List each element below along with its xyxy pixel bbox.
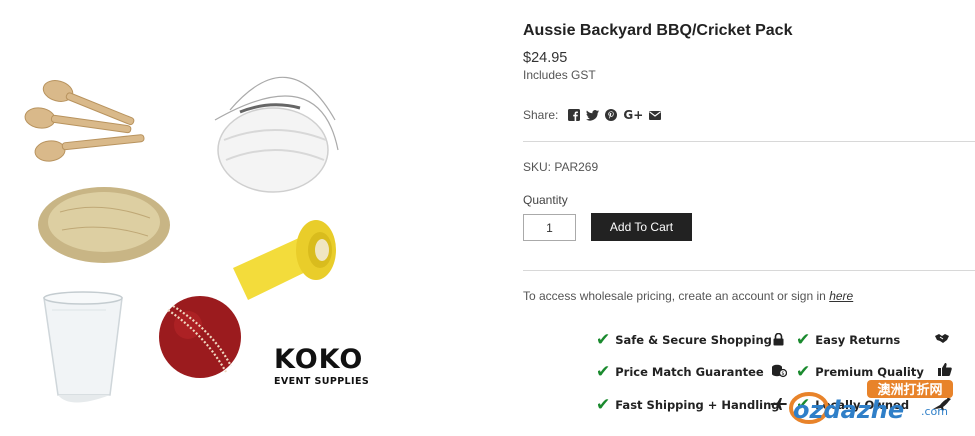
divider [523,270,975,271]
guarantee-label: Premium Quality [815,365,924,379]
guarantee-price-match: ✔ Price Match Guarantee [596,362,764,382]
check-icon: ✔ [596,395,611,415]
guarantee-secure-shopping: ✔ Safe & Secure Shopping [596,330,772,350]
palm-leaf-plate-image [38,187,170,263]
check-icon: ✔ [596,330,611,350]
guarantee-label: Fast Shipping + Handling [615,398,780,412]
guarantee-label: Easy Returns [815,333,901,347]
brand-logo: KOKO EVENT SUPPLIES [274,344,370,388]
twitter-icon[interactable] [586,109,600,121]
watermark-latin: ozdazhe [793,396,904,424]
guarantee-label: Price Match Guarantee [615,365,764,379]
brand-name: KOKO [274,344,364,375]
watermark-logo: 澳洲打折网 ozdazhe .com [785,378,975,436]
product-price: $24.95 [523,50,568,66]
dust-mask-image [214,76,339,193]
email-icon[interactable] [649,110,662,120]
guarantee-easy-returns: ✔ Easy Returns [796,330,900,350]
tax-note: Includes GST [523,68,596,82]
facebook-icon[interactable] [568,109,581,121]
wholesale-signin-link[interactable]: here [829,289,853,303]
wooden-sporks-image [24,80,145,162]
wholesale-text: To access wholesale pricing, create an a… [523,289,826,303]
handshake-icon [934,332,950,347]
product-sku: SKU: PAR269 [523,160,599,174]
yellow-tape-image [233,220,336,300]
product-photo [24,76,339,403]
check-icon: ✔ [596,362,611,382]
pinterest-icon[interactable] [605,109,618,121]
product-image[interactable]: KOKO EVENT SUPPLIES [0,0,470,436]
check-icon: ✔ [796,330,811,350]
cricket-ball-image [159,296,241,378]
thumbs-up-icon [938,362,952,379]
google-plus-icon[interactable]: G+ [623,108,643,122]
add-to-cart-button[interactable]: Add To Cart [591,213,692,241]
wholesale-notice: To access wholesale pricing, create an a… [523,289,853,303]
svg-text:$: $ [781,371,784,377]
guarantee-label: Safe & Secure Shopping [615,333,772,347]
product-title: Aussie Backyard BBQ/Cricket Pack [523,22,793,39]
quantity-label: Quantity [523,193,568,207]
guarantee-fast-shipping: ✔ Fast Shipping + Handling [596,395,780,415]
plastic-cup-image [43,291,123,403]
lock-icon [773,332,784,349]
share-label: Share: [523,108,559,122]
divider [523,141,975,142]
quantity-input[interactable] [523,214,576,241]
watermark-suffix: .com [921,405,948,418]
brand-tagline: EVENT SUPPLIES [274,376,370,387]
share-bar: Share: G+ [523,108,662,122]
